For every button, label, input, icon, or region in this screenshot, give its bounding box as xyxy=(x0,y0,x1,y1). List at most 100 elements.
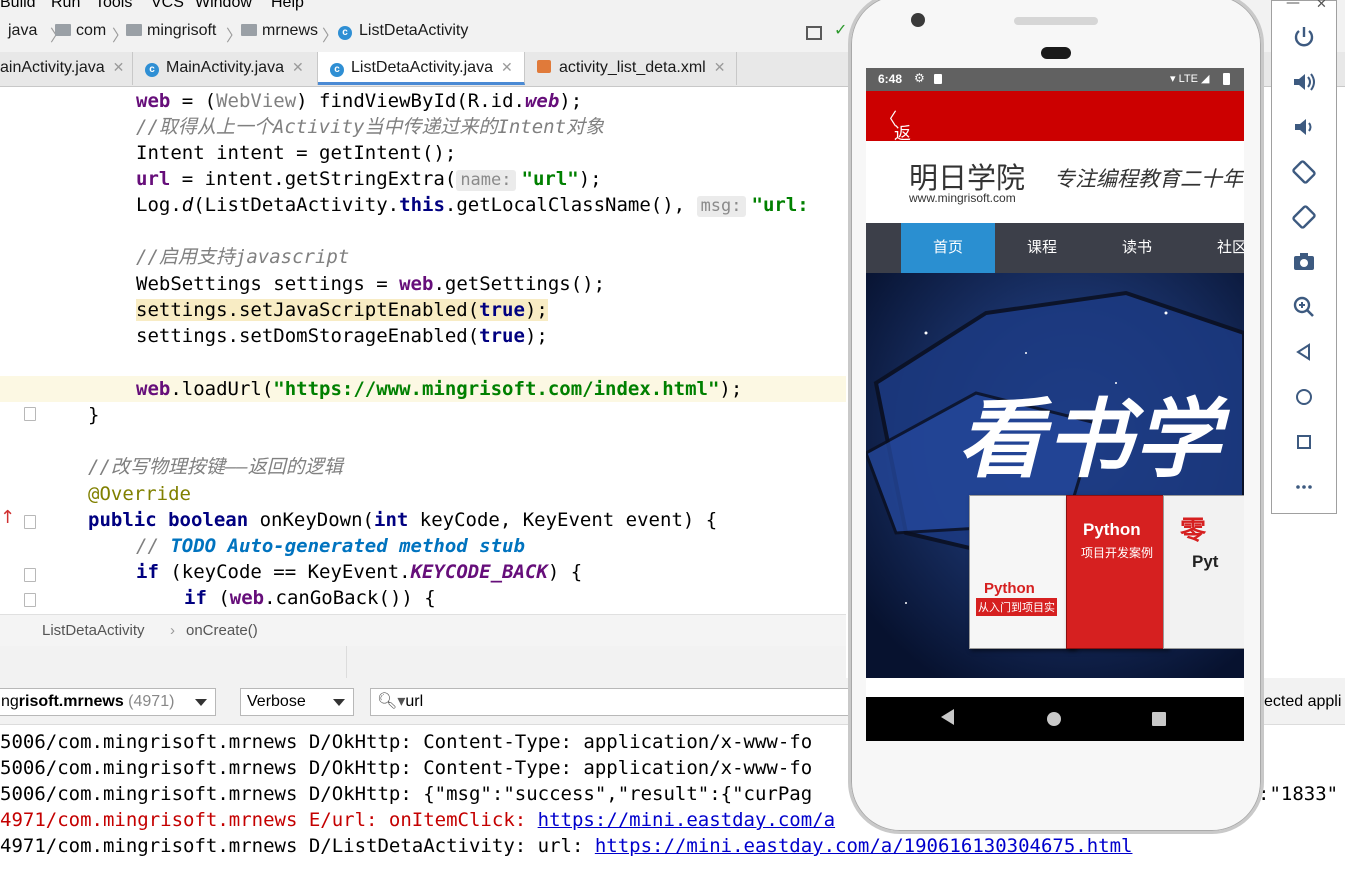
code-comment: //启用支持javascript xyxy=(136,246,350,268)
overview-icon[interactable] xyxy=(1290,428,1318,456)
emulator-screen[interactable]: 6:48 ⚙ ▾ LTE ◢ 〈返回 明日学院 www.mingrisoft.c… xyxy=(866,68,1244,741)
book-title: 零 xyxy=(1180,516,1207,546)
folder-icon xyxy=(241,24,257,36)
close-icon[interactable]: ✕ xyxy=(714,59,726,75)
menu-build[interactable]: Build xyxy=(0,0,36,12)
tab-mainactivity-1[interactable]: ainActivity.java ✕ xyxy=(0,52,133,85)
volume-up-icon[interactable] xyxy=(1290,68,1318,96)
chevron-down-icon xyxy=(195,699,207,706)
class-icon: c xyxy=(330,63,344,77)
rotate-right-icon[interactable] xyxy=(1290,203,1318,231)
close-icon[interactable]: ✕ xyxy=(113,59,125,75)
class-icon: c xyxy=(145,63,159,77)
log-line-tail: :"1833" xyxy=(1258,783,1339,805)
site-header: 明日学院 www.mingrisoft.com 专注编程教育二十年 xyxy=(866,141,1244,223)
network-label: ▾ LTE ◢ xyxy=(1170,73,1210,85)
log-link[interactable]: https://mini.eastday.com/a xyxy=(538,809,835,831)
fold-icon[interactable] xyxy=(24,407,36,421)
back-button[interactable]: 〈返回 xyxy=(880,105,911,168)
code-editor[interactable]: web = (WebView) findViewById(R.id.web); … xyxy=(0,87,846,614)
volume-down-icon[interactable] xyxy=(1290,113,1318,141)
code-annotation: @Override xyxy=(88,483,191,505)
proximity-sensor xyxy=(1041,47,1071,59)
code-line: WebSettings settings = web.getSettings()… xyxy=(136,273,606,295)
build-icon[interactable]: ✓ xyxy=(834,20,847,39)
book-title: Python xyxy=(1083,520,1141,540)
crumb-com[interactable]: com xyxy=(55,22,106,40)
hero-banner[interactable]: 看书学 Python 从入门到项目实 Python 项目开发案例 零 Pyt xyxy=(866,273,1244,678)
log-level-select[interactable]: Verbose xyxy=(240,688,354,716)
override-arrow-icon[interactable]: ↑ xyxy=(0,507,15,529)
settings-icon: ⚙ xyxy=(914,71,925,85)
back-icon[interactable] xyxy=(1290,338,1318,366)
crumb-listdetaactivity[interactable]: c ListDetaActivity xyxy=(338,22,468,40)
log-link[interactable]: https://mini.eastday.com/a/1906161303046… xyxy=(595,835,1133,857)
run-config-icon[interactable] xyxy=(806,26,822,40)
nav-item-community[interactable]: 社区 xyxy=(1185,223,1244,273)
back-icon[interactable] xyxy=(941,709,954,725)
zoom-icon[interactable] xyxy=(1290,293,1318,321)
book-subtitle: 从入门到项目实 xyxy=(976,598,1057,616)
book-subtitle: Pyt xyxy=(1192,552,1219,571)
recents-icon[interactable] xyxy=(1152,712,1166,726)
crumb-java[interactable]: java xyxy=(8,22,37,40)
code-todo: // TODO Auto-generated method stub xyxy=(136,535,525,557)
log-line: 5006/com.mingrisoft.mrnews D/OkHttp: {"m… xyxy=(0,783,813,805)
book-cover: Python 从入门到项目实 xyxy=(969,495,1075,649)
close-icon[interactable]: ✕ xyxy=(1316,0,1327,12)
power-icon[interactable] xyxy=(1290,23,1318,51)
process-select[interactable]: ngrisoft.mrnews (4971) xyxy=(0,688,216,716)
rotate-left-icon[interactable] xyxy=(1290,158,1318,186)
tab-mainactivity-2[interactable]: c MainActivity.java ✕ xyxy=(133,52,318,85)
fold-icon[interactable] xyxy=(24,593,36,607)
close-icon[interactable]: ✕ xyxy=(292,59,304,75)
menu-tools[interactable]: Tools xyxy=(95,0,132,12)
chevron-down-icon xyxy=(333,699,345,706)
panel-divider xyxy=(0,646,846,678)
code-line: url = intent.getStringExtra(name: "url"); xyxy=(136,168,602,191)
logcat-filter-config[interactable]: ected appli xyxy=(1264,688,1345,718)
minimize-icon[interactable]: — xyxy=(1286,0,1300,11)
crumb-mingrisoft[interactable]: mingrisoft xyxy=(126,22,216,40)
banner-title: 看书学 xyxy=(958,390,1222,490)
menu-window[interactable]: Window xyxy=(195,0,252,12)
filter-config-label: ected appli xyxy=(1264,693,1342,710)
more-icon[interactable] xyxy=(1290,473,1318,501)
crumb-mrnews[interactable]: mrnews xyxy=(241,22,318,40)
brand-slogan: 专注编程教育二十年 xyxy=(1054,167,1243,191)
fold-icon[interactable] xyxy=(24,515,36,529)
emulator-toolbar: — ✕ xyxy=(1271,0,1337,514)
editor-crumb-class[interactable]: ListDetaActivity xyxy=(42,622,145,639)
crumb-separator: 〉 xyxy=(226,26,243,45)
nav-item-courses[interactable]: 课程 xyxy=(995,223,1089,273)
book-subtitle: 项目开发案例 xyxy=(1081,546,1154,560)
nav-item-books[interactable]: 读书 xyxy=(1090,223,1184,273)
close-icon[interactable]: ✕ xyxy=(501,59,513,75)
android-status-bar: 6:48 ⚙ ▾ LTE ◢ xyxy=(866,68,1244,91)
code-line: web = (WebView) findViewById(R.id.web); xyxy=(136,90,583,112)
menu-vcs[interactable]: VCS xyxy=(151,0,184,12)
android-navigation-bar xyxy=(866,697,1244,741)
nav-item-home[interactable]: 首页 xyxy=(901,223,995,273)
editor-crumb-method[interactable]: onCreate() xyxy=(186,622,258,639)
tab-activity-list-deta-xml[interactable]: activity_list_deta.xml ✕ xyxy=(525,52,737,85)
status-time: 6:48 xyxy=(878,72,903,86)
home-icon[interactable] xyxy=(1290,383,1318,411)
code-line-current: web.loadUrl("https://www.mingrisoft.com/… xyxy=(0,376,846,402)
logcat-search-input[interactable]: 🔍︎▾url xyxy=(370,688,860,716)
code-line: } xyxy=(88,404,100,426)
brand-url: www.mingrisoft.com xyxy=(909,191,1016,205)
code-line: settings.setDomStorageEnabled(true); xyxy=(136,325,548,347)
book-title: Python xyxy=(984,580,1035,597)
tab-listdetaactivity[interactable]: c ListDetaActivity.java ✕ xyxy=(318,52,525,85)
home-icon[interactable] xyxy=(1047,712,1061,726)
menu-run[interactable]: Run xyxy=(51,0,80,12)
camera-icon[interactable] xyxy=(1290,248,1318,276)
code-line: public boolean onKeyDown(int keyCode, Ke… xyxy=(88,509,718,531)
code-comment: //取得从上一个Activity当中传递过来的Intent对象 xyxy=(136,116,605,138)
crumb-separator: 〉 xyxy=(322,26,339,45)
sd-card-icon xyxy=(934,74,942,84)
menu-help[interactable]: Help xyxy=(271,0,304,12)
book-cover: Python 项目开发案例 xyxy=(1066,495,1168,649)
fold-icon[interactable] xyxy=(24,568,36,582)
